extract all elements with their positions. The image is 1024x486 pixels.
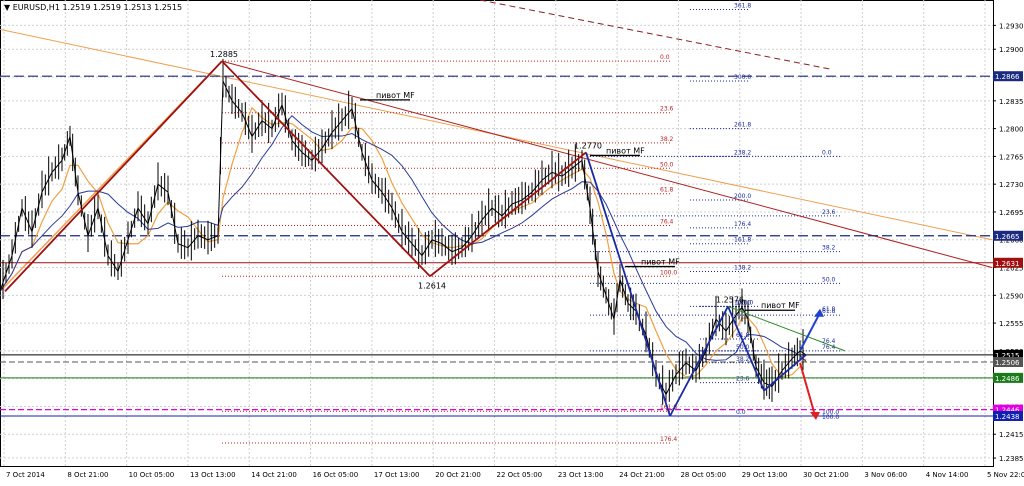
trend-line-dashed — [479, 0, 831, 70]
chart-window[interactable]: ▼ EURUSD,H1 1.2519 1.2519 1.2513 1.2515 … — [0, 0, 1024, 482]
fib-blue-label: 138.2 — [734, 265, 751, 272]
x-tick-label: 8 Oct 21:00 — [67, 471, 108, 479]
pivot-label: пивот MF — [606, 146, 645, 155]
swing-label: 1.2770 — [574, 141, 602, 150]
pivot-label: пивот MF — [376, 91, 415, 100]
zigzag-segment — [4, 60, 223, 292]
x-tick-label: 16 Oct 05:00 — [313, 471, 359, 479]
y-tick-label: 1.2590 — [999, 292, 1024, 300]
y-tick-label: 1.2415 — [999, 431, 1024, 439]
pivot-label: пивот MF — [761, 301, 800, 310]
fib-blue-b-label: 38.2 — [822, 245, 836, 252]
fib-blue-label: 176.4 — [734, 221, 751, 228]
y-tick-label: 1.2555 — [999, 320, 1024, 328]
chart-canvas[interactable]: 7 Oct 2014 8 Oct 21:00 10 Oct 05:00 13 Oct … — [0, 0, 1024, 482]
price-level-label: 1.2665 — [995, 233, 1020, 241]
y-tick-label: 1.2835 — [999, 98, 1024, 106]
x-tick-label: 30 Oct 21:00 — [803, 471, 849, 479]
arrow-down-label: 100.0 — [822, 414, 839, 421]
fib-red-label: 50.0 — [660, 161, 674, 168]
x-tick-label: 20 Oct 21:00 — [435, 471, 481, 479]
chart-title: ▼ EURUSD,H1 1.2519 1.2519 1.2513 1.2515 — [4, 3, 182, 12]
y-tick-label: 1.2765 — [999, 153, 1024, 161]
x-tick-label: 22 Oct 05:00 — [497, 471, 543, 479]
fib-red-label: 38.2 — [660, 136, 674, 143]
fib-red-label: 176.4 — [660, 436, 677, 443]
fib-blue-label: 261.8 — [734, 122, 751, 129]
price-level-label: 1.2486 — [995, 375, 1020, 383]
ma-slow-line — [0, 114, 807, 362]
fib-red-label: 61.8 — [660, 187, 674, 194]
x-tick-label: 4 Nov 14:00 — [926, 471, 969, 479]
dropdown-icon[interactable]: ▼ — [4, 3, 10, 12]
pivot-label: пивот MF — [641, 258, 680, 267]
x-tick-label: 28 Oct 05:00 — [680, 471, 726, 479]
x-tick-label: 10 Oct 05:00 — [129, 471, 175, 479]
y-tick-label: 1.2695 — [999, 209, 1024, 217]
fib-red-label: 23.6 — [660, 106, 674, 113]
fib-blue-label: 361.8 — [734, 3, 751, 10]
fib-blue-b-label: 50.0 — [822, 276, 836, 283]
x-tick-label: 24 Oct 21:00 — [619, 471, 665, 479]
price-line — [0, 80, 807, 396]
price-level-label: 1.2866 — [995, 73, 1020, 81]
y-tick-label: 1.2930 — [999, 22, 1024, 30]
y-tick-label: 1.2730 — [999, 181, 1024, 189]
fib-76-label: 76.4 — [822, 338, 836, 345]
swing-label: 1.2576 — [716, 295, 744, 304]
fib-small-label: 23.6 — [736, 376, 750, 383]
price-level-label: 1.2438 — [995, 413, 1020, 421]
zigzag-segment — [585, 152, 671, 417]
fib-blue-b-label: 0.0 — [822, 149, 832, 156]
x-tick-label: 29 Oct 13:00 — [742, 471, 788, 479]
fib-red-label: 0.0 — [660, 54, 670, 61]
zigzag-segment — [429, 151, 587, 277]
price-level-label: 1.2506 — [995, 359, 1020, 367]
swing-label: 1.2614 — [418, 281, 446, 290]
x-tick-label: 23 Oct 13:00 — [558, 471, 604, 479]
price-level-label: 1.2631 — [995, 260, 1020, 268]
fib-blue-label: 161.8 — [734, 237, 751, 244]
fib-red-label: 100.0 — [660, 269, 677, 276]
x-tick-label: 7 Oct 2014 — [6, 471, 45, 479]
fib-blue-b-label: 23.6 — [822, 209, 836, 216]
y-tick-label: 1.2385 — [999, 455, 1024, 463]
arrow-down — [799, 362, 815, 413]
chart-symbol-text: EURUSD,H1 1.2519 1.2519 1.2513 1.2515 — [12, 3, 183, 12]
y-tick-label: 1.2900 — [999, 46, 1024, 54]
fib-blue-label: 200.0 — [734, 193, 751, 200]
x-tick-label: 14 Oct 21:00 — [251, 471, 297, 479]
x-tick-label: 5 Nov 22:00 — [987, 471, 1024, 479]
x-tick-label: 3 Nov 06:00 — [864, 471, 907, 479]
fib-red-label: 76.4 — [660, 218, 674, 225]
x-tick-label: 13 Oct 13:00 — [190, 471, 236, 479]
y-tick-label: 1.2800 — [999, 126, 1024, 134]
arrow-up-label: 61.8 — [822, 306, 836, 313]
fib-blue-label: 238.2 — [734, 149, 751, 156]
swing-label: 1.2885 — [210, 50, 238, 59]
fib-blue-label: 300.0 — [734, 74, 751, 81]
x-tick-label: 17 Oct 13:00 — [374, 471, 420, 479]
